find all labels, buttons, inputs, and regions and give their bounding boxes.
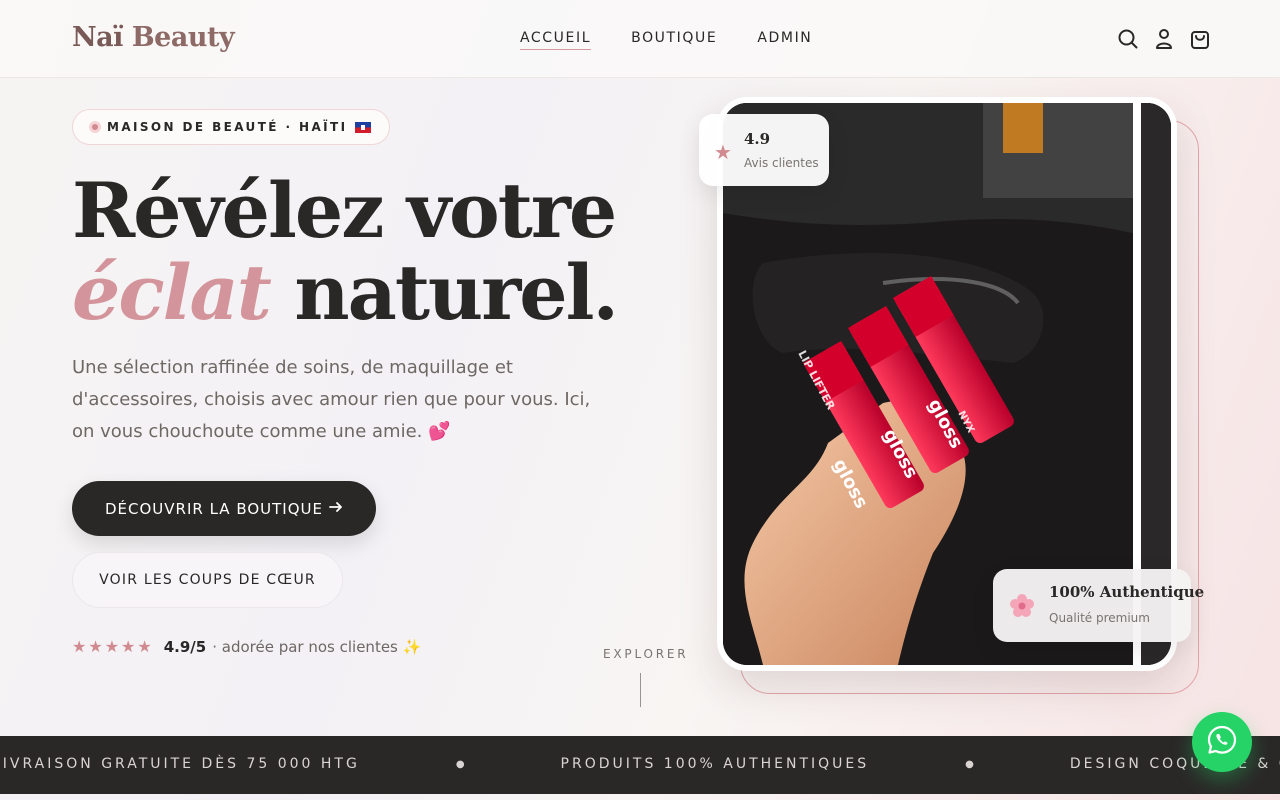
rating-text: · adorée par nos clientes ✨ [212,637,422,656]
arrow-right-icon [329,500,343,518]
rating-card: ★ 4.9 Avis clientes [699,114,829,186]
hero-title: Révélez votre éclat naturel. [72,170,619,337]
hero-badge: MAISON DE BEAUTÉ · HAÏTI [72,109,391,145]
hero-title-line1: Révélez votre [72,166,617,255]
main-nav: ACCUEIL BOUTIQUE ADMIN [520,30,812,50]
hero-title-line2: naturel. [294,248,619,337]
site-header: Naï Beauty ACCUEIL BOUTIQUE ADMIN [0,0,1280,78]
header-actions [1118,28,1210,50]
marquee-separator: ● [455,758,465,770]
discover-shop-label: DÉCOUVRIR LA BOUTIQUE [105,499,323,518]
whatsapp-icon [1206,724,1238,760]
favorites-button[interactable]: VOIR LES COUPS DE CŒUR [72,552,343,608]
authentic-card: 100% Authentique Qualité premium [993,569,1204,642]
hero-title-accent: éclat [72,248,272,337]
badge-dot-icon [89,121,101,133]
badge-text: MAISON DE BEAUTÉ · HAÏTI [107,120,348,134]
nav-accueil[interactable]: ACCUEIL [520,30,592,50]
search-icon[interactable] [1118,28,1138,50]
marquee-track: LIVRAISON GRATUITE DÈS 75 000 HTG ● PROD… [0,756,1280,772]
rating-stars-icon: ★★★★★ [72,637,154,656]
nav-admin[interactable]: ADMIN [757,30,812,50]
haiti-flag-icon [355,121,372,133]
explore-scroll-line [640,673,641,707]
whatsapp-button[interactable] [1192,712,1252,772]
nav-boutique[interactable]: BOUTIQUE [631,30,717,50]
marquee-separator: ● [965,758,974,770]
marquee-item-design: DESIGN COQUETTE & CHIC [1069,756,1280,772]
star-icon: ★ [714,140,732,164]
user-icon[interactable] [1154,28,1174,50]
flower-icon [1009,593,1035,619]
marquee-item-authentic: PRODUITS 100% AUTHENTIQUES [560,756,870,772]
hero-rating: ★★★★★ 4.9/5 · adorée par nos clientes ✨ [72,637,421,656]
promo-marquee: LIVRAISON GRATUITE DÈS 75 000 HTG ● PROD… [0,736,1280,794]
rating-score: 4.9/5 [163,637,207,656]
discover-shop-button[interactable]: DÉCOUVRIR LA BOUTIQUE [72,481,376,536]
site-logo[interactable]: Naï Beauty [72,22,235,53]
authentic-card-subtitle: Qualité premium [1049,611,1150,625]
rating-card-label: Avis clientes [744,156,819,170]
rating-card-value: 4.9 [744,130,771,148]
marquee-item-shipping: LIVRAISON GRATUITE DÈS 75 000 HTG [0,756,360,772]
favorites-label: VOIR LES COUPS DE CŒUR [99,572,316,588]
bag-icon[interactable] [1190,28,1210,50]
authentic-card-title: 100% Authentique [1049,583,1205,601]
explore-label[interactable]: EXPLORER [603,647,688,661]
logo-text-beauty: Beauty [131,22,235,53]
hero-description: Une sélection raffinée de soins, de maqu… [72,357,591,442]
logo-text-nai: Naï [72,22,123,53]
